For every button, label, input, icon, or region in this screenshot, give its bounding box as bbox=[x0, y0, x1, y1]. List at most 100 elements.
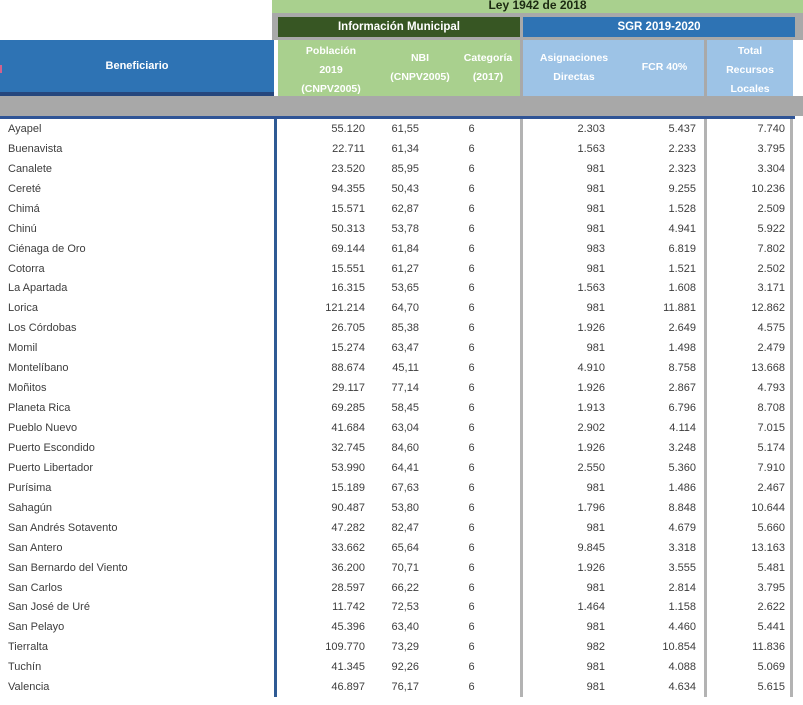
column-header-categoria: Categoría (2017) bbox=[456, 40, 520, 96]
total-recursos-cell: 7.910 bbox=[707, 462, 790, 474]
column-divider bbox=[790, 378, 793, 398]
beneficiario-cell: Tierralta bbox=[0, 641, 274, 653]
nbi-cell: 45,11 bbox=[369, 362, 423, 374]
total-recursos-cell: 5.481 bbox=[707, 562, 790, 574]
fcr-40-cell: 2.814 bbox=[609, 582, 704, 594]
categoria-cell: 6 bbox=[423, 362, 520, 374]
fcr-40-cell: 1.608 bbox=[609, 282, 704, 294]
categoria-cell: 6 bbox=[423, 382, 520, 394]
total-recursos-cell: 13.163 bbox=[707, 542, 790, 554]
categoria-cell: 6 bbox=[423, 302, 520, 314]
asignaciones-directas-cell: 1.926 bbox=[523, 322, 609, 334]
nbi-cell: 85,95 bbox=[369, 163, 423, 175]
asignaciones-directas-cell: 983 bbox=[523, 243, 609, 255]
nbi-cell: 50,43 bbox=[369, 183, 423, 195]
table-row: Ayapel55.12061,5562.3035.4377.740 bbox=[0, 119, 803, 139]
nbi-cell: 67,63 bbox=[369, 482, 423, 494]
table-row: Lorica121.21464,70698111.88112.862 bbox=[0, 298, 803, 318]
total-recursos-cell: 4.575 bbox=[707, 322, 790, 334]
asignaciones-directas-cell: 9.845 bbox=[523, 542, 609, 554]
categoria-cell: 6 bbox=[423, 243, 520, 255]
column-divider bbox=[790, 498, 793, 518]
nbi-cell: 84,60 bbox=[369, 442, 423, 454]
categoria-cell: 6 bbox=[423, 502, 520, 514]
column-divider bbox=[790, 159, 793, 179]
column-divider bbox=[790, 657, 793, 677]
nbi-cell: 61,27 bbox=[369, 263, 423, 275]
table-row: San Pelayo45.39663,4069814.4605.441 bbox=[0, 617, 803, 637]
column-divider bbox=[790, 318, 793, 338]
beneficiario-cell: Lorica bbox=[0, 302, 274, 314]
table-row: Canalete23.52085,9569812.3233.304 bbox=[0, 159, 803, 179]
asignaciones-directas-cell: 1.563 bbox=[523, 282, 609, 294]
poblacion-cell: 33.662 bbox=[277, 542, 369, 554]
table-row: Momil15.27463,4769811.4982.479 bbox=[0, 338, 803, 358]
nbi-cell: 63,04 bbox=[369, 422, 423, 434]
column-divider bbox=[790, 418, 793, 438]
fcr-40-cell: 5.360 bbox=[609, 462, 704, 474]
total-recursos-cell: 2.622 bbox=[707, 601, 790, 613]
table-row: Planeta Rica69.28558,4561.9136.7968.708 bbox=[0, 398, 803, 418]
column-header-fcr-40: FCR 40% bbox=[625, 40, 704, 96]
beneficiario-cell: Puerto Escondido bbox=[0, 442, 274, 454]
total-recursos-cell: 3.304 bbox=[707, 163, 790, 175]
nbi-cell: 53,78 bbox=[369, 223, 423, 235]
column-divider bbox=[790, 259, 793, 279]
nbi-cell: 53,80 bbox=[369, 502, 423, 514]
group-header-sgr: SGR 2019-2020 bbox=[523, 17, 795, 37]
poblacion-cell: 11.742 bbox=[277, 601, 369, 613]
table-row: Tuchín41.34592,2669814.0885.069 bbox=[0, 657, 803, 677]
fcr-40-cell: 11.881 bbox=[609, 302, 704, 314]
asignaciones-directas-cell: 1.563 bbox=[523, 143, 609, 155]
beneficiario-cell: Purísima bbox=[0, 482, 274, 494]
poblacion-cell: 22.711 bbox=[277, 143, 369, 155]
categoria-cell: 6 bbox=[423, 562, 520, 574]
categoria-cell: 6 bbox=[423, 123, 520, 135]
poblacion-cell: 26.705 bbox=[277, 322, 369, 334]
group-header-band: Información Municipal SGR 2019-2020 bbox=[272, 13, 803, 40]
total-recursos-cell: 5.441 bbox=[707, 621, 790, 633]
asignaciones-directas-cell: 982 bbox=[523, 641, 609, 653]
total-recursos-cell: 2.479 bbox=[707, 342, 790, 354]
poblacion-cell: 45.396 bbox=[277, 621, 369, 633]
poblacion-cell: 109.770 bbox=[277, 641, 369, 653]
poblacion-cell: 47.282 bbox=[277, 522, 369, 534]
column-divider bbox=[790, 478, 793, 498]
table-row: Buenavista22.71161,3461.5632.2333.795 bbox=[0, 139, 803, 159]
nbi-cell: 61,84 bbox=[369, 243, 423, 255]
column-divider bbox=[790, 179, 793, 199]
table-row: San José de Uré11.74272,5361.4641.1582.6… bbox=[0, 598, 803, 618]
fcr-40-cell: 1.486 bbox=[609, 482, 704, 494]
table-row: Purísima15.18967,6369811.4862.467 bbox=[0, 478, 803, 498]
poblacion-cell: 15.274 bbox=[277, 342, 369, 354]
column-divider bbox=[790, 298, 793, 318]
poblacion-cell: 15.571 bbox=[277, 203, 369, 215]
table-row: Puerto Libertador53.99064,4162.5505.3607… bbox=[0, 458, 803, 478]
poblacion-cell: 16.315 bbox=[277, 282, 369, 294]
poblacion-cell: 94.355 bbox=[277, 183, 369, 195]
column-header-total-recursos-locales: Total Recursos Locales bbox=[707, 40, 793, 96]
fcr-40-cell: 1.158 bbox=[609, 601, 704, 613]
total-recursos-cell: 3.795 bbox=[707, 143, 790, 155]
nbi-cell: 53,65 bbox=[369, 282, 423, 294]
beneficiario-cell: Chimá bbox=[0, 203, 274, 215]
beneficiario-cell: Tuchín bbox=[0, 661, 274, 673]
poblacion-cell: 69.144 bbox=[277, 243, 369, 255]
beneficiario-cell: San Andrés Sotavento bbox=[0, 522, 274, 534]
nbi-cell: 61,34 bbox=[369, 143, 423, 155]
categoria-cell: 6 bbox=[423, 681, 520, 693]
fcr-40-cell: 4.679 bbox=[609, 522, 704, 534]
total-recursos-cell: 10.236 bbox=[707, 183, 790, 195]
total-recursos-cell: 3.171 bbox=[707, 282, 790, 294]
total-recursos-cell: 4.793 bbox=[707, 382, 790, 394]
column-divider bbox=[790, 358, 793, 378]
fcr-40-cell: 3.555 bbox=[609, 562, 704, 574]
fcr-40-cell: 2.867 bbox=[609, 382, 704, 394]
poblacion-cell: 55.120 bbox=[277, 123, 369, 135]
poblacion-cell: 41.345 bbox=[277, 661, 369, 673]
total-recursos-cell: 7.802 bbox=[707, 243, 790, 255]
column-divider bbox=[790, 458, 793, 478]
categoria-cell: 6 bbox=[423, 342, 520, 354]
fcr-40-cell: 2.233 bbox=[609, 143, 704, 155]
asignaciones-directas-cell: 1.796 bbox=[523, 502, 609, 514]
